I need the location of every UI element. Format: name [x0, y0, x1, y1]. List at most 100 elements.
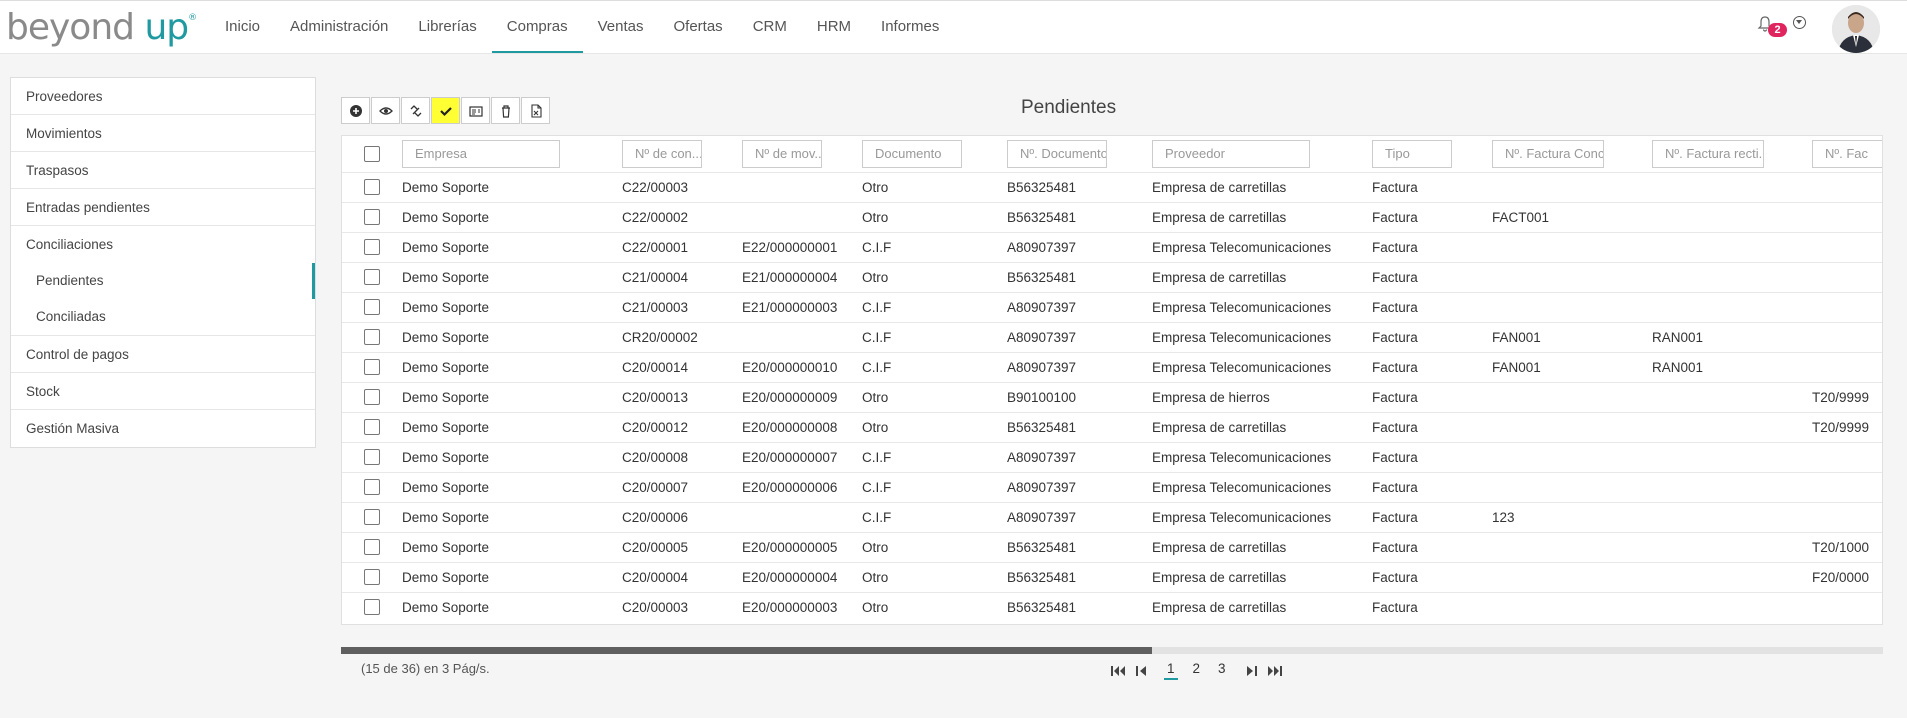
row-checkbox[interactable] [364, 509, 380, 526]
page-3-button[interactable]: 3 [1215, 661, 1229, 680]
sidebar-item-conciliaciones[interactable]: Conciliaciones [11, 226, 315, 263]
next-page-icon[interactable] [1243, 663, 1259, 679]
row-checkbox[interactable] [364, 599, 380, 616]
horizontal-scrollbar[interactable] [341, 647, 1883, 654]
row-checkbox[interactable] [364, 539, 380, 556]
table-row[interactable]: Demo Soporte C20/00003 E20/000000003 Otro B5… [342, 591, 1882, 622]
sidebar-item-movimientos[interactable]: Movimientos [11, 115, 315, 152]
view-button[interactable] [371, 97, 400, 124]
row-checkbox[interactable] [364, 269, 380, 286]
table-row[interactable]: Demo Soporte C22/00003 Otro B56325481 Empres… [342, 171, 1882, 202]
row-checkbox[interactable] [364, 209, 380, 226]
sidebar-subitem-pendientes[interactable]: Pendientes [11, 263, 315, 299]
table-cell [1492, 441, 1652, 472]
record-count: (15 de 36) en 3 Pág/s. [361, 661, 490, 676]
table-cell [1812, 351, 1882, 382]
user-menu-chevron-icon[interactable] [1793, 16, 1806, 29]
sidebar-item-control-de-pagos[interactable]: Control de pagos [11, 336, 315, 373]
nav-item-informes[interactable]: Informes [866, 1, 954, 53]
sidebar-item-traspasos[interactable]: Traspasos [11, 152, 315, 189]
filter-input-n-de-con[interactable]: Nº de con... [622, 139, 702, 168]
add-button[interactable] [341, 97, 370, 124]
nav-item-ventas[interactable]: Ventas [583, 1, 659, 53]
table-cell [1652, 231, 1812, 262]
table-cell [1812, 201, 1882, 232]
table-cell [742, 321, 862, 352]
table-cell [1652, 201, 1812, 232]
card-button[interactable] [461, 97, 490, 124]
filter-input-tipo[interactable]: Tipo [1372, 139, 1452, 168]
table-cell [1492, 591, 1652, 622]
table-row[interactable]: Demo Soporte C21/00004 E21/000000004 Otro B5… [342, 261, 1882, 292]
notification-badge[interactable]: 2 [1768, 23, 1787, 37]
table-row[interactable]: Demo Soporte C20/00013 E20/000000009 Otro B9… [342, 381, 1882, 412]
row-checkbox[interactable] [364, 419, 380, 436]
table-cell: Demo Soporte [402, 381, 622, 412]
table-row[interactable]: Demo Soporte C20/00012 E20/000000008 Otro B5… [342, 411, 1882, 442]
column-header: Documento [862, 136, 1007, 172]
row-checkbox[interactable] [364, 179, 380, 196]
filter-input-n-fac[interactable]: Nº. Fac [1812, 139, 1882, 168]
row-checkbox[interactable] [364, 359, 380, 376]
avatar[interactable] [1832, 5, 1880, 53]
sidebar-item-gestion-masiva[interactable]: Gestión Masiva [11, 410, 315, 447]
table-cell: FACT001 [1492, 201, 1652, 232]
row-checkbox[interactable] [364, 239, 380, 256]
row-checkbox[interactable] [364, 449, 380, 466]
nav-item-crm[interactable]: CRM [738, 1, 802, 53]
scrollbar-thumb[interactable] [341, 647, 1152, 654]
first-page-icon[interactable] [1110, 663, 1126, 679]
filter-input-empresa[interactable]: Empresa [402, 139, 560, 168]
last-page-icon[interactable] [1267, 663, 1283, 679]
filter-input-n-documento[interactable]: Nº. Documento [1007, 139, 1107, 168]
table-row[interactable]: Demo Soporte C20/00004 E20/000000004 Otro B5… [342, 561, 1882, 592]
table-row[interactable]: Demo Soporte C20/00014 E20/000000010 C.I.F A… [342, 351, 1882, 382]
table-row[interactable]: Demo Soporte C22/00002 Otro B56325481 Empres… [342, 201, 1882, 232]
nav-item-librerias[interactable]: Librerías [403, 1, 491, 53]
table-cell: FAN001 [1492, 351, 1652, 382]
sidebar-item-stock[interactable]: Stock [11, 373, 315, 410]
filter-input-documento[interactable]: Documento [862, 139, 962, 168]
nav-item-inicio[interactable]: Inicio [210, 1, 275, 53]
select-all-checkbox[interactable] [364, 145, 380, 162]
row-checkbox[interactable] [364, 569, 380, 586]
table-cell: B56325481 [1007, 561, 1152, 592]
row-checkbox[interactable] [364, 329, 380, 346]
link-button[interactable] [401, 97, 430, 124]
filter-input-n-de-mov[interactable]: Nº de mov... [742, 139, 822, 168]
table-row[interactable]: Demo Soporte C20/00006 C.I.F A80907397 Empre… [342, 501, 1882, 532]
filter-input-n-factura-conc[interactable]: Nº. Factura Conc... [1492, 139, 1604, 168]
table-cell: C22/00001 [622, 231, 742, 262]
filter-input-proveedor[interactable]: Proveedor [1152, 139, 1310, 168]
row-checkbox[interactable] [364, 479, 380, 496]
row-checkbox[interactable] [364, 299, 380, 316]
check-button[interactable] [431, 97, 460, 124]
brand-logo[interactable]: beyond up® [6, 7, 197, 48]
table-row[interactable]: Demo Soporte CR20/00002 C.I.F A80907397 Empr… [342, 321, 1882, 352]
table-row[interactable]: Demo Soporte C20/00007 E20/000000006 C.I.F A… [342, 471, 1882, 502]
row-checkbox[interactable] [364, 389, 380, 406]
nav-item-hrm[interactable]: HRM [802, 1, 866, 53]
table-row[interactable]: Demo Soporte C22/00001 E22/000000001 C.I.F A… [342, 231, 1882, 262]
sidebar-subitem-conciliadas[interactable]: Conciliadas [11, 299, 315, 335]
sidebar-item-proveedores[interactable]: Proveedores [11, 78, 315, 115]
page-1-button[interactable]: 1 [1164, 661, 1178, 680]
export-button[interactable] [521, 97, 550, 124]
nav-item-administracion[interactable]: Administración [275, 1, 403, 53]
table-cell: Otro [862, 561, 1007, 592]
table-cell [1812, 321, 1882, 352]
filter-input-n-factura-recti[interactable]: Nº. Factura recti... [1652, 139, 1764, 168]
page-2-button[interactable]: 2 [1190, 661, 1204, 680]
table-cell: Empresa Telecomunicaciones [1152, 471, 1372, 502]
prev-page-icon[interactable] [1134, 663, 1150, 679]
table-cell [742, 201, 862, 232]
nav-item-ofertas[interactable]: Ofertas [659, 1, 738, 53]
delete-button[interactable] [491, 97, 520, 124]
table-row[interactable]: Demo Soporte C20/00005 E20/000000005 Otro B5… [342, 531, 1882, 562]
table-cell: B56325481 [1007, 531, 1152, 562]
page-title: Pendientes [1021, 97, 1117, 118]
table-row[interactable]: Demo Soporte C20/00008 E20/000000007 C.I.F A… [342, 441, 1882, 472]
table-row[interactable]: Demo Soporte C21/00003 E21/000000003 C.I.F A… [342, 291, 1882, 322]
nav-item-compras[interactable]: Compras [491, 1, 583, 53]
sidebar-item-entradas-pendientes[interactable]: Entradas pendientes [11, 189, 315, 226]
